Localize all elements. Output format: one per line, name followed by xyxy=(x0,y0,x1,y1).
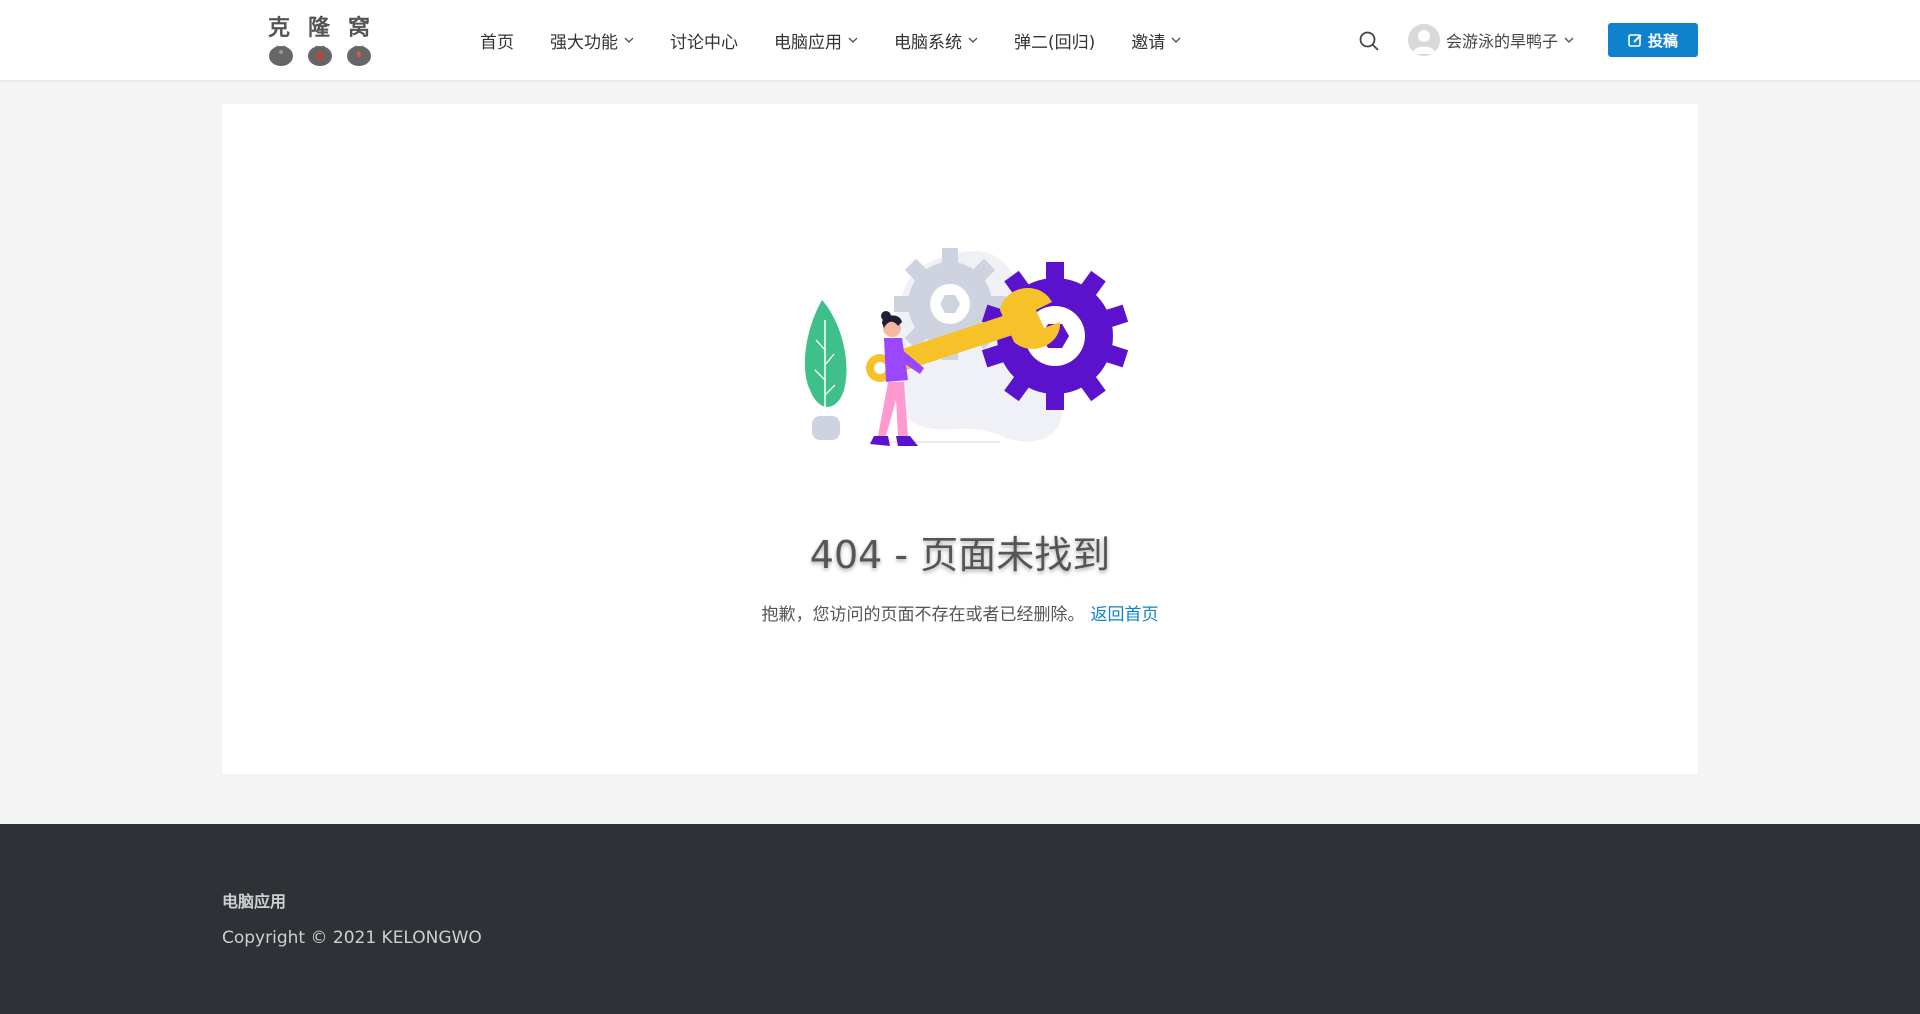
avatar xyxy=(1408,24,1440,56)
submit-label: 投稿 xyxy=(1647,31,1678,50)
chevron-down-icon xyxy=(848,37,858,43)
error-card: 404 - 页面未找到 抱歉，您访问的页面不存在或者已经删除。 返回首页 xyxy=(222,104,1698,774)
user-icon xyxy=(1408,24,1440,56)
user-menu[interactable]: 会游泳的旱鸭子 xyxy=(1408,23,1574,57)
nav-item-invite[interactable]: 邀请 xyxy=(1131,28,1181,53)
logo-text: 克 隆 窝 xyxy=(268,10,372,42)
error-title: 404 - 页面未找到 xyxy=(809,533,1111,577)
nav-item-pc-apps[interactable]: 电脑应用 xyxy=(774,28,858,53)
chevron-down-icon xyxy=(1564,37,1574,43)
edit-icon xyxy=(1628,33,1642,47)
search-icon[interactable] xyxy=(1358,30,1380,52)
nav-item-label: 强大功能 xyxy=(550,32,618,53)
footer-copyright: Copyright © 2021 KELONGWO xyxy=(222,928,482,948)
nav-item-label: 讨论中心 xyxy=(670,32,738,53)
site-header: 克 隆 窝 首页 强大功能 讨论中心 电脑应用 电脑系统 弹二(回归) 邀请 会… xyxy=(0,0,1920,80)
logo-char-3: 窝 xyxy=(347,15,372,41)
logo-char-2: 隆 xyxy=(307,15,332,41)
nav-item-discussion[interactable]: 讨论中心 xyxy=(670,28,738,53)
nav-item-home[interactable]: 首页 xyxy=(480,28,514,53)
nav-item-danmaku[interactable]: 弹二(回归) xyxy=(1014,28,1095,53)
error-message-row: 抱歉，您访问的页面不存在或者已经删除。 返回首页 xyxy=(222,600,1698,625)
nav-item-pc-system[interactable]: 电脑系统 xyxy=(894,28,978,53)
site-footer: 电脑应用 Copyright © 2021 KELONGWO xyxy=(0,824,1920,1014)
submit-post-button[interactable]: 投稿 xyxy=(1608,23,1698,57)
chevron-down-icon xyxy=(624,37,634,43)
nav-item-features[interactable]: 强大功能 xyxy=(550,28,634,53)
user-name: 会游泳的旱鸭子 xyxy=(1446,32,1559,51)
chevron-down-icon xyxy=(1171,37,1181,43)
logo-char-1: 克 xyxy=(268,15,293,41)
back-home-link[interactable]: 返回首页 xyxy=(1091,605,1159,625)
nav-item-label: 弹二(回归) xyxy=(1014,32,1096,53)
nav-item-label: 电脑应用 xyxy=(774,32,842,53)
site-logo[interactable]: 克 隆 窝 xyxy=(268,10,372,68)
footer-title[interactable]: 电脑应用 xyxy=(222,888,286,912)
logo-beetles-icon xyxy=(269,45,371,66)
chevron-down-icon xyxy=(968,37,978,43)
nav-item-label: 电脑系统 xyxy=(894,32,962,53)
nav-item-label: 首页 xyxy=(480,32,514,53)
nav-item-label: 邀请 xyxy=(1131,32,1166,53)
error-message: 抱歉，您访问的页面不存在或者已经删除。 xyxy=(761,605,1085,625)
main-nav: 首页 强大功能 讨论中心 电脑应用 电脑系统 弹二(回归) 邀请 xyxy=(480,0,1217,80)
repair-illustration-icon xyxy=(804,248,1129,446)
